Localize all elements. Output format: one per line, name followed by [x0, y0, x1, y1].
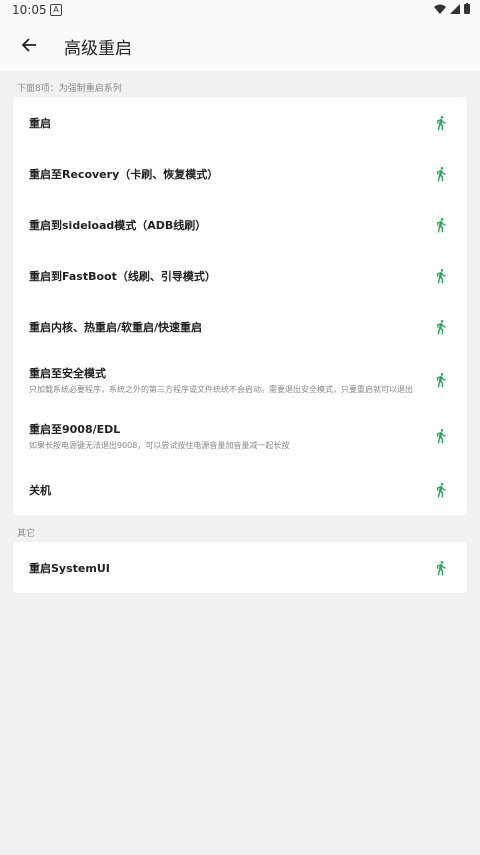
item-restart-systemui[interactable]: 重启SystemUI	[13, 542, 467, 593]
notification-icon: A	[50, 4, 62, 16]
page-title: 高级重启	[64, 39, 132, 59]
item-label: 重启内核、热重启/软重启/快速重启	[29, 320, 203, 334]
item-description: 如果长按电源键无法退出9008，可以尝试按住电源音量加音量减一起长按	[29, 440, 290, 450]
item-label: 重启至9008/EDL	[29, 422, 121, 436]
running-icon	[437, 482, 446, 497]
item-reboot-recovery[interactable]: 重启至Recovery（卡刷、恢复模式）	[13, 148, 467, 199]
running-icon	[437, 373, 446, 388]
item-label: 重启SystemUI	[29, 561, 110, 575]
signal-icon	[450, 3, 460, 14]
running-icon	[437, 319, 446, 334]
item-label: 重启至Recovery（卡刷、恢复模式）	[29, 167, 219, 181]
item-label: 重启到FastBoot（线刷、引导模式）	[29, 269, 216, 283]
battery-icon	[464, 3, 470, 14]
status-bar: 10:05 A	[0, 0, 480, 20]
item-soft-reboot[interactable]: 重启内核、热重启/软重启/快速重启	[13, 301, 467, 352]
status-time: 10:05	[12, 3, 47, 17]
section-label-other: 其它	[17, 529, 36, 539]
running-icon	[437, 166, 446, 181]
running-icon	[437, 560, 446, 575]
app-bar: 高级重启	[0, 20, 480, 71]
item-label: 重启至安全模式	[29, 366, 106, 380]
item-reboot-sideload[interactable]: 重启到sideload模式（ADB线刷）	[13, 199, 467, 250]
item-reboot-fastboot[interactable]: 重启到FastBoot（线刷、引导模式）	[13, 250, 467, 301]
item-label: 重启到sideload模式（ADB线刷）	[29, 218, 207, 232]
card-force-reboot: 重启 重启至Recovery（卡刷、恢复模式） 重启到sideload模式（AD…	[13, 97, 467, 515]
running-icon	[437, 217, 446, 232]
back-button[interactable]	[12, 28, 46, 62]
item-description: 只加载系统必要程序，系统之外的第三方程序或文件统统不会启动。需要退出安全模式，只…	[29, 384, 413, 394]
item-reboot[interactable]: 重启	[13, 97, 467, 148]
running-icon	[437, 429, 446, 444]
item-reboot-edl[interactable]: 重启至9008/EDL 如果长按电源键无法退出9008，可以尝试按住电源音量加音…	[13, 408, 467, 464]
status-icons	[434, 3, 470, 14]
item-reboot-safe-mode[interactable]: 重启至安全模式 只加载系统必要程序，系统之外的第三方程序或文件统统不会启动。需要…	[13, 352, 467, 408]
section-label-force-reboot: 下面8项：为强制重启系列	[17, 84, 122, 94]
running-icon	[437, 268, 446, 283]
card-other: 重启SystemUI	[13, 542, 467, 593]
running-icon	[437, 115, 446, 130]
wifi-icon	[434, 4, 446, 14]
back-arrow-icon	[21, 38, 36, 52]
item-label: 重启	[29, 116, 51, 130]
item-power-off[interactable]: 关机	[13, 464, 467, 515]
item-label: 关机	[29, 483, 51, 497]
